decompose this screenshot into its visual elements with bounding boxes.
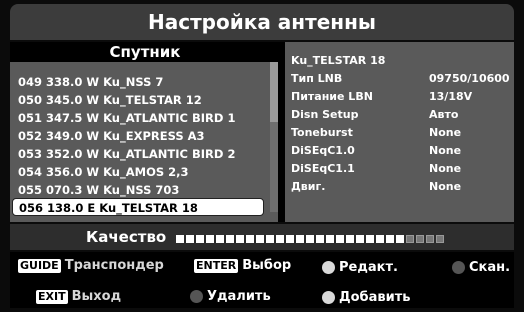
panel-divider bbox=[278, 42, 285, 222]
quality-segment-filled bbox=[346, 235, 354, 243]
quality-segment-empty bbox=[416, 235, 424, 243]
antenna-setup-screen: Настройка антенны Спутник 049 338.0 W Ku… bbox=[0, 0, 524, 312]
quality-segment-filled bbox=[326, 235, 334, 243]
satellite-item[interactable]: 052 349.0 W Ku_EXPRESS A3 bbox=[18, 127, 274, 145]
edit-key[interactable]: Редакт. bbox=[322, 258, 398, 278]
scan-label: Скан. bbox=[469, 260, 511, 275]
add-label: Добавить bbox=[339, 290, 411, 305]
quality-segment-filled bbox=[316, 235, 324, 243]
scrollbar-thumb[interactable] bbox=[270, 62, 278, 122]
satellite-list-header: Спутник bbox=[10, 42, 280, 62]
satellite-item[interactable]: 051 347.5 W Ku_ATLANTIC BIRD 1 bbox=[18, 109, 274, 127]
quality-segment-filled bbox=[246, 235, 254, 243]
quality-segment-filled bbox=[396, 235, 404, 243]
quality-segment-filled bbox=[186, 235, 194, 243]
info-value: None bbox=[429, 162, 462, 175]
exit-label: Выход bbox=[71, 289, 122, 304]
quality-segment-empty bbox=[426, 235, 434, 243]
info-row-lnb-power[interactable]: Питание LBN 13/18V bbox=[291, 88, 511, 106]
quality-segment-filled bbox=[266, 235, 274, 243]
satellite-list-scrollbar[interactable] bbox=[270, 62, 278, 212]
satellite-item[interactable]: 050 345.0 W Ku_TELSTAR 12 bbox=[18, 91, 274, 109]
edit-label: Редакт. bbox=[339, 260, 398, 275]
light-button-icon bbox=[322, 261, 335, 274]
info-row-diseqc10[interactable]: DiSEqC1.0 None bbox=[291, 142, 511, 160]
quality-segment-filled bbox=[366, 235, 374, 243]
add-key[interactable]: Добавить bbox=[322, 288, 410, 308]
quality-segment-filled bbox=[356, 235, 364, 243]
info-satellite-name: Ku_TELSTAR 18 bbox=[291, 52, 511, 70]
signal-quality-meter bbox=[176, 235, 444, 243]
info-label: Тип LNB bbox=[291, 72, 343, 85]
guide-key[interactable]: GUIDE Транспондер bbox=[18, 256, 164, 276]
info-row-motor[interactable]: Двиг. None bbox=[291, 178, 511, 196]
quality-segment-filled bbox=[276, 235, 284, 243]
info-label: DiSEqC1.1 bbox=[291, 162, 355, 175]
info-value: Авто bbox=[429, 108, 459, 121]
enter-key[interactable]: ENTER Выбор bbox=[194, 256, 291, 276]
quality-segment-filled bbox=[176, 235, 184, 243]
info-label: Питание LBN bbox=[291, 90, 373, 103]
info-label: DiSEqC1.0 bbox=[291, 144, 355, 157]
satellite-item[interactable]: 055 070.3 W Ku_NSS 703 bbox=[18, 181, 274, 199]
quality-segment-filled bbox=[256, 235, 264, 243]
satellite-item-selected[interactable]: 056 138.0 E Ku_TELSTAR 18 bbox=[12, 198, 264, 216]
info-value: None bbox=[429, 180, 462, 193]
page-title: Настройка антенны bbox=[148, 10, 376, 34]
quality-segment-empty bbox=[436, 235, 444, 243]
exit-key[interactable]: EXIT Выход bbox=[36, 287, 121, 307]
enter-label: Выбор bbox=[242, 258, 292, 273]
quality-segment-filled bbox=[336, 235, 344, 243]
quality-segment-filled bbox=[306, 235, 314, 243]
quality-label: Качество bbox=[86, 228, 167, 246]
quality-segment-filled bbox=[196, 235, 204, 243]
info-label: Toneburst bbox=[291, 126, 353, 139]
quality-segment-filled bbox=[226, 235, 234, 243]
info-row-lnb-type[interactable]: Тип LNB 09750/10600 bbox=[291, 70, 511, 88]
quality-segment-filled bbox=[236, 235, 244, 243]
enter-tag: ENTER bbox=[194, 258, 239, 273]
info-label: Двиг. bbox=[291, 180, 326, 193]
quality-segment-filled bbox=[286, 235, 294, 243]
info-value: 13/18V bbox=[429, 90, 473, 103]
info-value: None bbox=[429, 144, 462, 157]
satellite-item[interactable]: 049 338.0 W Ku_NSS 7 bbox=[18, 73, 274, 91]
delete-key[interactable]: Удалить bbox=[190, 287, 271, 307]
guide-label: Транспондер bbox=[64, 258, 164, 273]
quality-segment-filled bbox=[216, 235, 224, 243]
exit-tag: EXIT bbox=[36, 289, 68, 304]
info-row-diseqc11[interactable]: DiSEqC1.1 None bbox=[291, 160, 511, 178]
info-value: 09750/10600 bbox=[429, 72, 510, 85]
satellite-item[interactable]: 053 352.0 W Ku_ATLANTIC BIRD 2 bbox=[18, 145, 274, 163]
dark-button-icon bbox=[452, 261, 465, 274]
info-row-toneburst[interactable]: Toneburst None bbox=[291, 124, 511, 142]
guide-tag: GUIDE bbox=[18, 258, 61, 273]
info-satellite-name-value: Ku_TELSTAR 18 bbox=[291, 54, 386, 67]
satellite-item[interactable]: 054 356.0 W Ku_AMOS 2,3 bbox=[18, 163, 274, 181]
info-label: Disn Setup bbox=[291, 108, 359, 121]
quality-segment-filled bbox=[386, 235, 394, 243]
info-row-disn-setup[interactable]: Disn Setup Авто bbox=[291, 106, 511, 124]
quality-segment-filled bbox=[296, 235, 304, 243]
quality-segment-filled bbox=[376, 235, 384, 243]
quality-segment-filled bbox=[206, 235, 214, 243]
light-button-icon bbox=[322, 291, 335, 304]
title-bar: Настройка антенны bbox=[10, 4, 514, 40]
delete-label: Удалить bbox=[207, 289, 271, 304]
dark-button-icon bbox=[190, 290, 203, 303]
scan-key[interactable]: Скан. bbox=[452, 258, 510, 278]
quality-segment-empty bbox=[406, 235, 414, 243]
info-value: None bbox=[429, 126, 462, 139]
